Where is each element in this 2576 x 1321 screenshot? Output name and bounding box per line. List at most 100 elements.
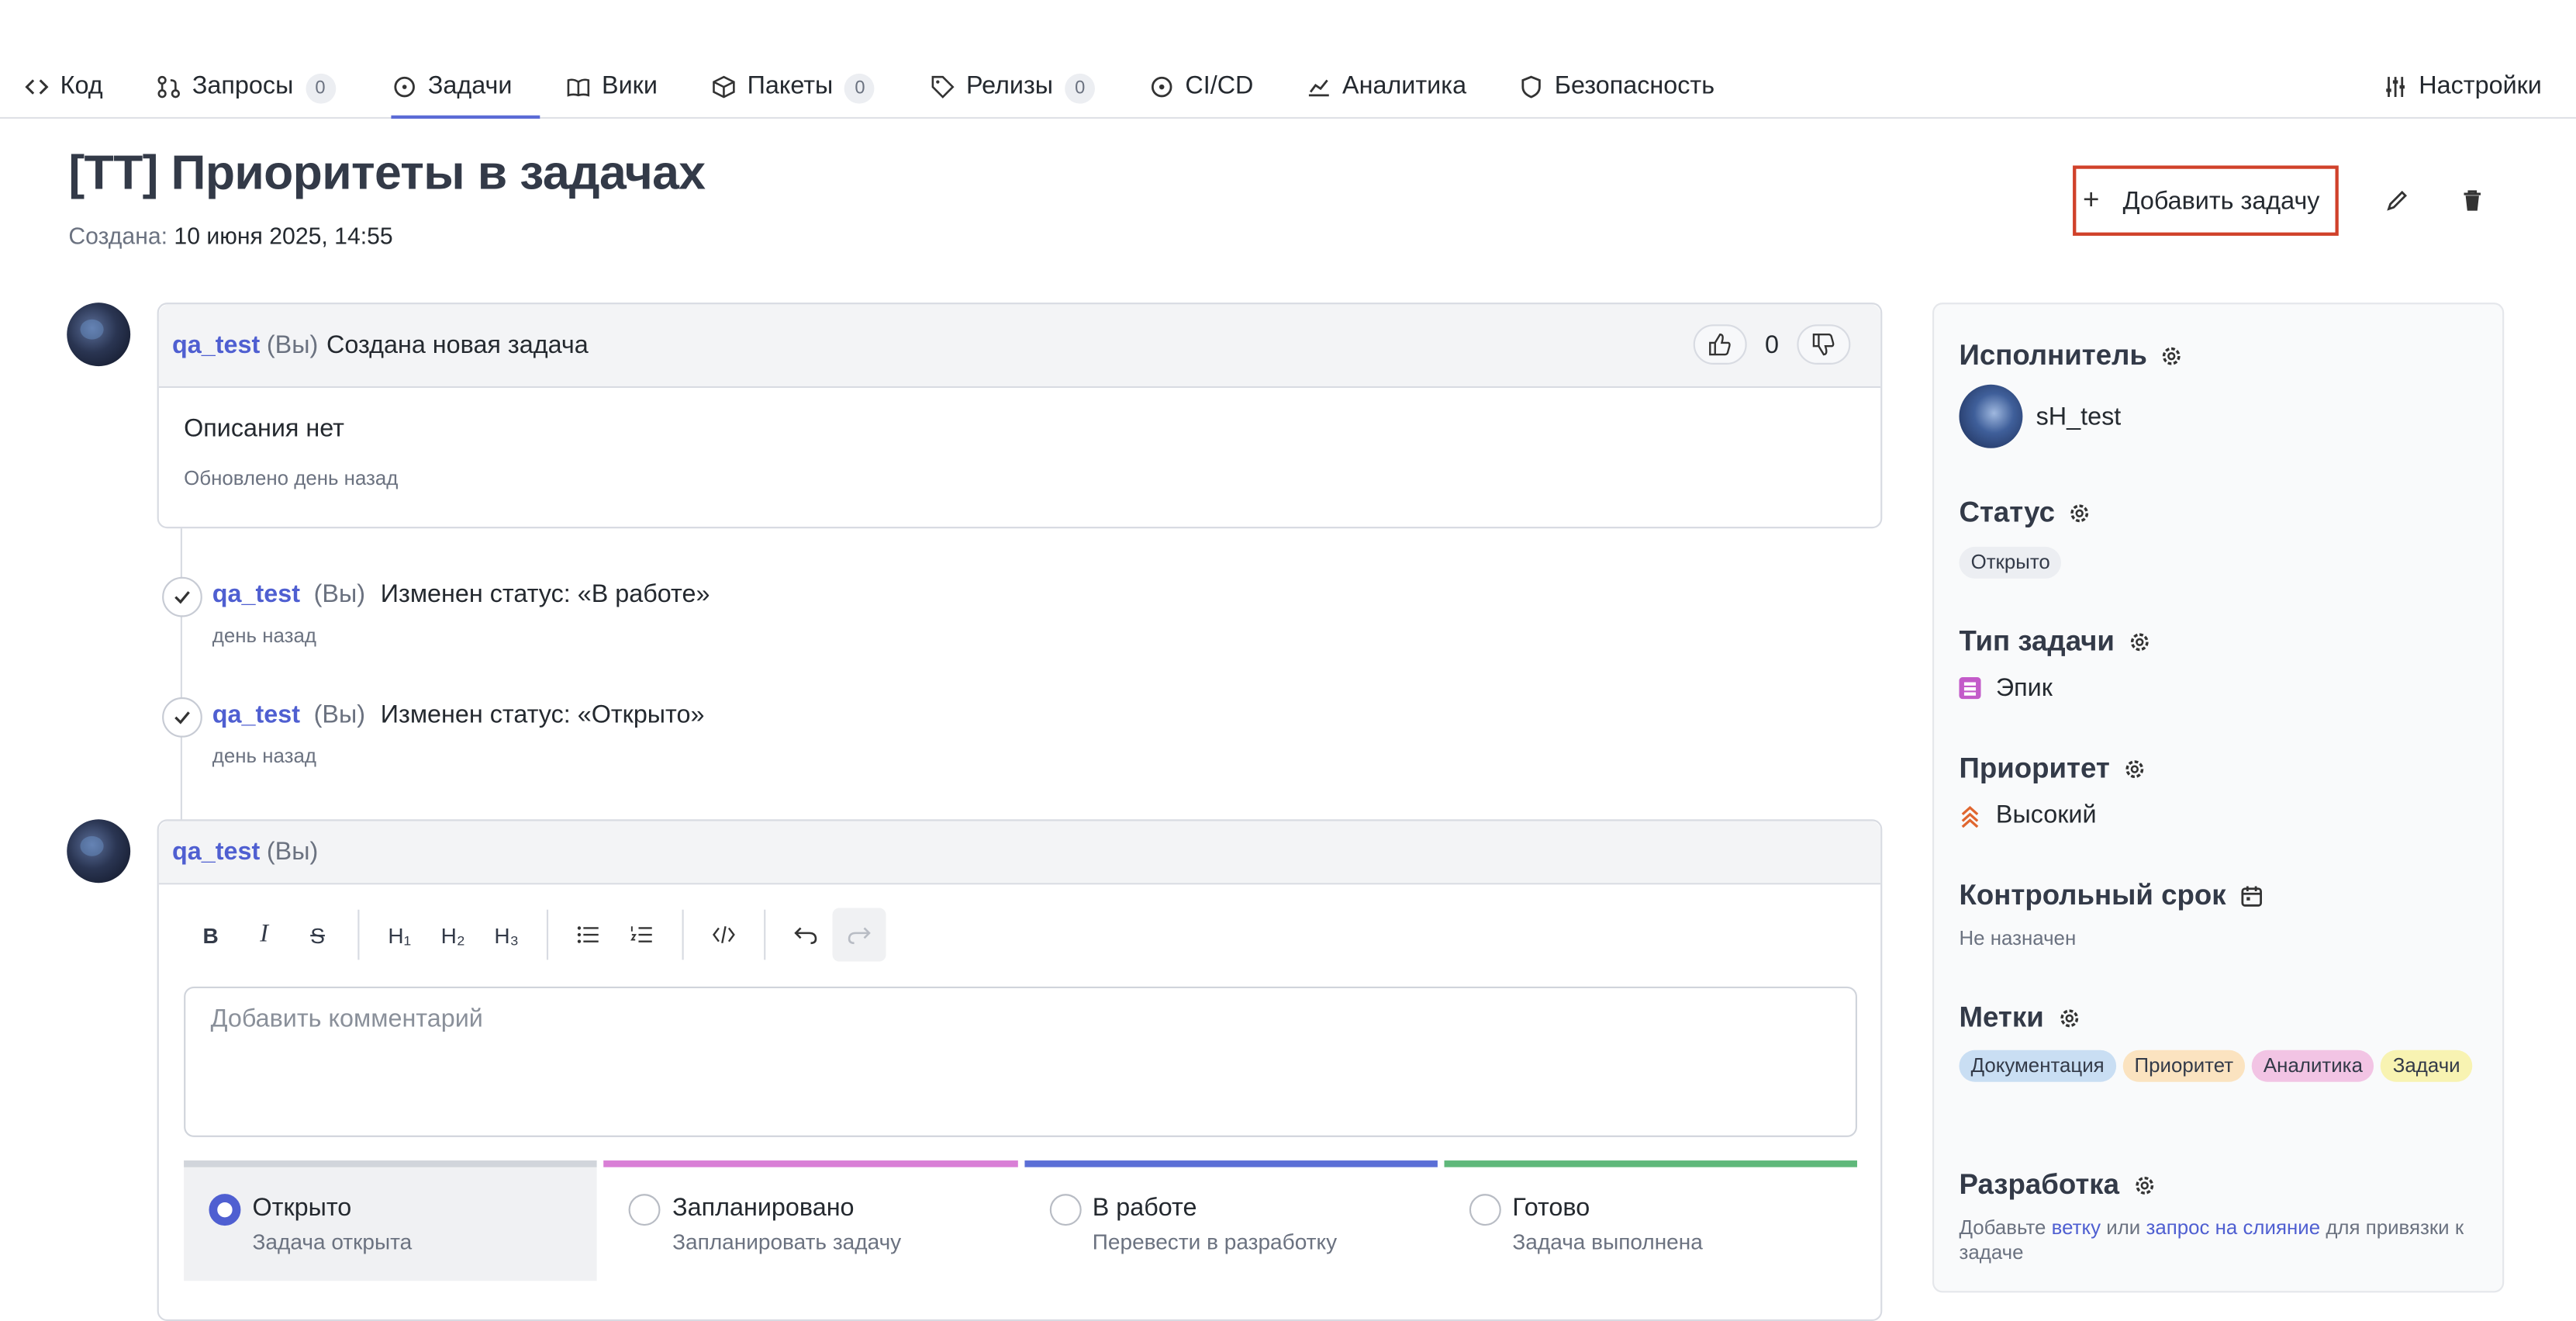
priority-section-title: Приоритет [1959,752,2146,786]
avatar[interactable] [67,303,131,367]
author-link[interactable]: qa_test [172,331,260,360]
tab-issues[interactable]: Задачи [391,62,540,119]
timeline-item: qa_test (Вы) Изменен статус: «В работе» [212,580,710,609]
numbered-list-icon [630,926,652,942]
add-task-label: Добавить задачу [2122,186,2320,216]
priority-value: Высокий [1995,801,2097,830]
created-value: 10 июня 2025, 14:55 [174,222,393,250]
tab-analytics[interactable]: Аналитика [1307,62,1466,119]
tab-releases[interactable]: Релизы 0 [931,62,1096,119]
label-badge[interactable]: Документация [1959,1050,2116,1082]
tab-packages[interactable]: Пакеты 0 [712,62,875,119]
author-link[interactable]: qa_test [172,838,260,866]
status-option-done[interactable]: Готово Задача выполнена [1443,1160,1857,1281]
assignee[interactable]: sH_test [1959,384,2122,448]
code-icon [713,926,735,944]
epic-icon [1959,677,1981,700]
status-option-description: Задача выполнена [1512,1229,1703,1254]
status-option-description: Задача открыта [252,1229,413,1254]
add-task-button[interactable]: + Добавить задачу [2073,165,2339,236]
heading1-button[interactable]: H₁ [373,908,426,962]
status-option-open[interactable]: Открыто Задача открыта [184,1160,598,1281]
numbered-list-button[interactable] [615,908,668,962]
heading3-button[interactable]: H₃ [480,908,534,962]
toolbar-divider [357,909,360,960]
type-section-title: Тип задачи [1959,625,2151,659]
thumbs-down-icon [1812,333,1835,356]
check-icon [162,697,202,738]
tab-label: Релизы [965,71,1054,101]
app-root: Код Запросы 0 Задачи Вики Пакеты 0 Релиз… [0,0,2576,1321]
tab-wiki[interactable]: Вики [567,62,658,119]
strike-button[interactable]: S [291,908,344,962]
heading2-button[interactable]: H₂ [426,908,480,962]
label-badge[interactable]: Аналитика [2251,1050,2375,1082]
tab-requests[interactable]: Запросы 0 [157,62,336,119]
italic-icon: I [260,920,268,948]
gear-icon[interactable] [2057,1007,2080,1030]
radio-unselected[interactable] [629,1194,661,1226]
code-button[interactable] [697,908,751,962]
redo-button[interactable] [832,908,886,962]
tab-security[interactable]: Безопасность [1520,62,1714,119]
toolbar-divider [546,909,549,960]
section-title-text: Контрольный срок [1959,879,2226,911]
dislike-button[interactable] [1797,324,1851,365]
tab-code[interactable]: Код [25,62,103,119]
description-text: Описания нет [184,414,345,444]
comment-input[interactable]: Добавить комментарий [184,986,1857,1137]
description-body: Описания нет Обновлено день назад [159,388,1880,517]
undo-button[interactable] [779,908,833,962]
timeline-line [180,528,182,823]
gear-icon[interactable] [2132,1174,2156,1197]
updated-text: Обновлено день назад [184,466,399,490]
pencil-icon [2387,190,2408,211]
event-time: день назад [212,624,316,648]
gear-icon[interactable] [2123,758,2146,781]
book-icon [567,78,590,97]
toolbar-divider [764,909,766,960]
merge-request-link[interactable]: запрос на слияние [2146,1216,2320,1239]
issue-sidebar: Исполнитель sH_test Статус Открыто Тип з… [1932,303,2505,1293]
bold-button[interactable]: B [184,908,237,962]
tag-icon [931,75,955,99]
gear-icon[interactable] [2160,344,2184,368]
shield-icon [1521,75,1541,99]
status-option-in-progress[interactable]: В работе Перевести в разработку [1024,1160,1438,1281]
status-option-planned[interactable]: Запланировано Запланировать задачу [603,1160,1017,1281]
branch-link[interactable]: ветку [2052,1216,2101,1239]
bullet-list-button[interactable] [561,908,615,962]
heading3-icon: H₃ [494,922,520,948]
heading1-icon: H₁ [388,922,412,948]
event-message: Создана новая задача [326,330,589,360]
calendar-icon[interactable] [2239,884,2263,908]
author-link[interactable]: qa_test [212,700,300,729]
strikethrough-icon: S [310,922,325,948]
you-label: (Вы) [266,838,319,866]
delete-button[interactable] [2456,184,2489,217]
tab-cicd[interactable]: CI/CD [1150,62,1253,119]
italic-button[interactable]: I [237,908,291,962]
labels-section-title: Метки [1959,1001,2080,1035]
assignee-name: sH_test [2036,402,2122,431]
label-badge[interactable]: Приоритет [2122,1050,2246,1082]
undo-icon [794,927,817,945]
label-badge[interactable]: Задачи [2381,1050,2472,1082]
issue-type: Эпик [1959,674,2053,702]
tab-label: Пакеты [747,71,834,101]
created-date: Создана: 10 июня 2025, 14:55 [68,223,392,249]
gear-icon[interactable] [2128,631,2151,654]
like-button[interactable] [1693,324,1747,365]
dev-text-1: Добавьте [1959,1216,2046,1240]
radio-unselected[interactable] [1469,1194,1501,1226]
tab-settings[interactable]: Настройки [2384,62,2542,119]
radio-unselected[interactable] [1048,1194,1081,1226]
event-message: Изменен статус: «Открыто» [380,700,705,729]
section-title-text: Метки [1959,1001,2044,1034]
edit-button[interactable] [2381,184,2414,217]
gear-icon[interactable] [2068,502,2091,525]
check-icon [162,576,202,617]
avatar[interactable] [67,819,131,884]
author-link[interactable]: qa_test [212,580,300,609]
radio-selected[interactable] [209,1194,241,1226]
